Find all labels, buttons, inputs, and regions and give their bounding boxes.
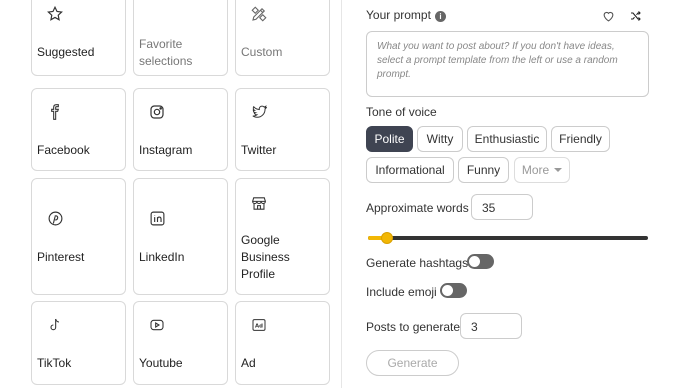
svg-text:Ad: Ad bbox=[255, 324, 263, 330]
generate-button[interactable]: Generate bbox=[366, 350, 459, 376]
toggle-knob bbox=[469, 256, 480, 267]
tone-chip-friendly[interactable]: Friendly bbox=[551, 126, 610, 152]
words-slider[interactable] bbox=[368, 232, 648, 244]
tone-chip-witty[interactable]: Witty bbox=[417, 126, 463, 152]
template-label: Google Business Profile bbox=[241, 233, 290, 281]
words-label: Approximate words bbox=[366, 201, 469, 215]
template-label: LinkedIn bbox=[139, 250, 185, 264]
template-label: Favorite selections bbox=[139, 37, 193, 68]
ad-icon: Ad bbox=[248, 314, 270, 336]
template-label: Suggested bbox=[37, 45, 95, 59]
template-panel: Suggested Favorite selections Custom Fac… bbox=[0, 0, 342, 388]
template-card-ad[interactable]: Ad Ad bbox=[235, 301, 330, 385]
template-label: Pinterest bbox=[37, 250, 85, 264]
template-label: Youtube bbox=[139, 356, 183, 370]
tone-chip-polite[interactable]: Polite bbox=[366, 126, 413, 152]
template-label: Twitter bbox=[241, 143, 277, 157]
twitter-icon bbox=[248, 101, 270, 123]
pencil-ruler-icon bbox=[248, 3, 270, 25]
linkedin-icon bbox=[146, 207, 168, 229]
instagram-icon bbox=[146, 101, 168, 123]
slider-thumb[interactable] bbox=[381, 232, 393, 244]
template-label: Facebook bbox=[37, 143, 90, 157]
tone-chip-enthusiastic[interactable]: Enthusiastic bbox=[467, 126, 547, 152]
template-card-linkedin[interactable]: LinkedIn bbox=[133, 178, 228, 295]
hashtags-label: Generate hashtags bbox=[366, 256, 469, 270]
heart-icon[interactable] bbox=[600, 8, 616, 24]
prompt-label: Your prompt i bbox=[366, 8, 446, 22]
emoji-toggle[interactable] bbox=[440, 283, 467, 298]
chevron-down-icon bbox=[554, 168, 563, 172]
template-label: Instagram bbox=[139, 143, 193, 157]
tiktok-icon bbox=[44, 314, 66, 336]
prompt-textarea[interactable]: What you want to post about? If you don'… bbox=[366, 31, 649, 97]
tone-more-dropdown[interactable]: More bbox=[514, 157, 570, 183]
hashtags-toggle[interactable] bbox=[467, 254, 494, 269]
template-card-favorites[interactable]: Favorite selections bbox=[133, 0, 228, 76]
template-card-facebook[interactable]: Facebook bbox=[31, 88, 126, 171]
template-card-youtube[interactable]: Youtube bbox=[133, 301, 228, 385]
posts-label: Posts to generate bbox=[366, 320, 461, 334]
template-card-pinterest[interactable]: Pinterest bbox=[31, 178, 126, 295]
storefront-icon bbox=[248, 192, 270, 214]
info-icon[interactable]: i bbox=[434, 11, 446, 22]
shuffle-icon[interactable] bbox=[627, 8, 643, 24]
toggle-knob bbox=[442, 285, 453, 296]
prompt-form: Your prompt i What you want to post about… bbox=[343, 0, 680, 388]
star-icon bbox=[44, 3, 66, 25]
panel-divider bbox=[341, 0, 342, 388]
words-input[interactable]: 35 bbox=[471, 194, 533, 220]
template-label: TikTok bbox=[37, 356, 72, 370]
prompt-label-text: Your prompt bbox=[366, 8, 431, 22]
template-card-instagram[interactable]: Instagram bbox=[133, 88, 228, 171]
template-label: Ad bbox=[241, 356, 256, 370]
template-card-tiktok[interactable]: TikTok bbox=[31, 301, 126, 385]
facebook-icon bbox=[44, 101, 66, 123]
template-card-twitter[interactable]: Twitter bbox=[235, 88, 330, 171]
tone-chip-funny[interactable]: Funny bbox=[458, 157, 509, 183]
pinterest-icon bbox=[44, 207, 66, 229]
template-label: Custom bbox=[241, 45, 283, 59]
template-card-suggested[interactable]: Suggested bbox=[31, 0, 126, 76]
tone-label: Tone of voice bbox=[366, 105, 437, 119]
emoji-label: Include emoji bbox=[366, 285, 437, 299]
tone-chip-informational[interactable]: Informational bbox=[366, 157, 454, 183]
youtube-icon bbox=[146, 314, 168, 336]
template-card-custom[interactable]: Custom bbox=[235, 0, 330, 76]
posts-input[interactable]: 3 bbox=[460, 313, 522, 339]
more-label: More bbox=[521, 163, 550, 177]
template-card-google-business[interactable]: Google Business Profile bbox=[235, 178, 330, 295]
